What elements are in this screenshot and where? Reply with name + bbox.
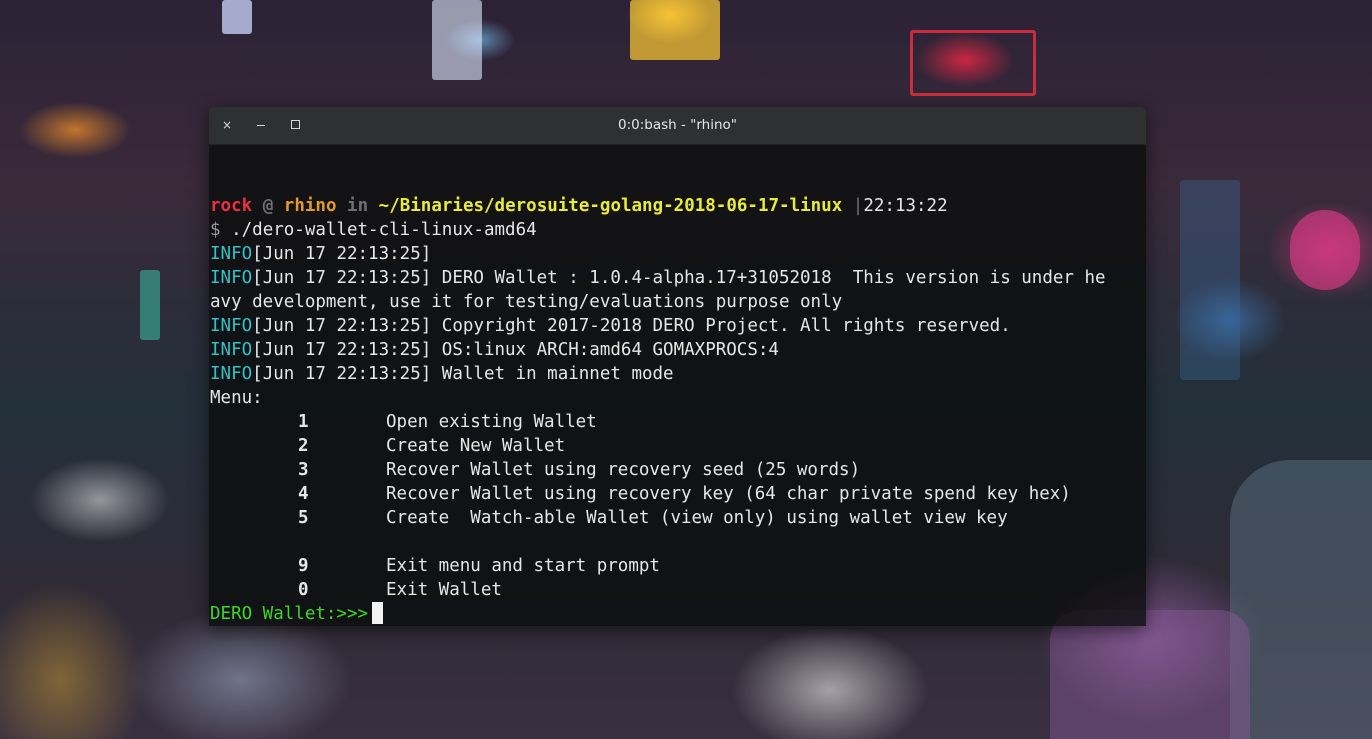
prompt-in: in [347, 196, 369, 216]
log-text: [Jun 17 22:13:25] OS:linux ARCH:amd64 GO… [252, 340, 779, 360]
log-text: [Jun 17 22:13:25] DERO Wallet : 1.0.4-al… [252, 268, 1106, 288]
shell-prompt-line: rock @ rhino in ~/Binaries/derosuite-gol… [210, 194, 948, 218]
wallet-prompt-line[interactable]: DERO Wallet:>>> [210, 602, 384, 626]
log-line: avy development, use it for testing/eval… [210, 290, 842, 314]
prompt-time: 22:13:22 [863, 196, 948, 216]
terminal-screen[interactable]: rock @ rhino in ~/Binaries/derosuite-gol… [209, 145, 1146, 626]
text-cursor[interactable] [372, 602, 384, 624]
wallpaper-rider [1050, 610, 1250, 739]
menu-item-number: 1 [298, 412, 309, 432]
log-text: [Jun 17 22:13:25] Copyright 2017-2018 DE… [252, 316, 1011, 336]
wallpaper-sign [630, 0, 720, 60]
menu-item-open-wallet[interactable]: 1 Open existing Wallet [210, 410, 597, 434]
command-text: ./dero-wallet-cli-linux-amd64 [231, 220, 537, 240]
log-level: INFO [210, 244, 253, 264]
title-bar[interactable]: × 0:0:bash - "rhino" [209, 107, 1146, 145]
menu-item-watch-wallet[interactable]: 5 Create Watch-able Wallet (view only) us… [210, 506, 1008, 530]
log-text: [Jun 17 22:13:25] [252, 244, 432, 264]
prompt-user: rock [210, 196, 253, 216]
prompt-dollar: $ [210, 220, 221, 240]
menu-item-number: 0 [298, 580, 309, 600]
log-level: INFO [210, 268, 253, 288]
log-line: INFO[Jun 17 22:13:25] Copyright 2017-201… [210, 314, 1011, 338]
log-line: INFO[Jun 17 22:13:25] [210, 242, 431, 266]
terminal-window[interactable]: × 0:0:bash - "rhino" rock @ rhino in ~/B… [209, 107, 1146, 626]
menu-item-label: Exit menu and start prompt [386, 556, 660, 576]
menu-item-recover-key[interactable]: 4 Recover Wallet using recovery key (64 c… [210, 482, 1071, 506]
wallpaper-sign [1180, 180, 1240, 380]
prompt-path: ~/Binaries/derosuite-golang-2018-06-17-l… [378, 196, 843, 216]
log-line: INFO[Jun 17 22:13:25] DERO Wallet : 1.0.… [210, 266, 1106, 290]
log-line: INFO[Jun 17 22:13:25] OS:linux ARCH:amd6… [210, 338, 779, 362]
menu-item-label: Recover Wallet using recovery key (64 ch… [386, 484, 1071, 504]
menu-item-label: Recover Wallet using recovery seed (25 w… [386, 460, 861, 480]
command-line: $ ./dero-wallet-cli-linux-amd64 [210, 218, 537, 242]
log-line: INFO[Jun 17 22:13:25] Wallet in mainnet … [210, 362, 674, 386]
prompt-separator: | [852, 196, 864, 216]
prompt-host: rhino [283, 196, 337, 216]
menu-heading: Menu: [210, 388, 263, 408]
log-level: INFO [210, 316, 253, 336]
wallpaper-sign [910, 30, 1036, 96]
menu-item-label: Open existing Wallet [386, 412, 597, 432]
menu-item-number: 3 [298, 460, 309, 480]
menu-item-label: Exit Wallet [386, 580, 502, 600]
menu-item-label: Create New Wallet [386, 436, 566, 456]
wallpaper-car [1230, 460, 1372, 739]
prompt-at: @ [262, 196, 274, 216]
menu-item-label: Create Watch-able Wallet (view only) usi… [386, 508, 1008, 528]
log-level: INFO [210, 364, 253, 384]
menu-item-exit-wallet[interactable]: 0 Exit Wallet [210, 578, 502, 602]
menu-item-create-wallet[interactable]: 2 Create New Wallet [210, 434, 565, 458]
wallpaper-sign [222, 0, 252, 34]
menu-item-number: 5 [298, 508, 309, 528]
menu-item-number: 4 [298, 484, 309, 504]
wallpaper-sign [140, 270, 160, 340]
log-text: [Jun 17 22:13:25] Wallet in mainnet mode [252, 364, 674, 384]
wallet-prompt: DERO Wallet:>>> [210, 604, 369, 624]
menu-item-exit-menu[interactable]: 9 Exit menu and start prompt [210, 554, 660, 578]
menu-item-recover-seed[interactable]: 3 Recover Wallet using recovery seed (25 … [210, 458, 860, 482]
menu-item-number: 9 [298, 556, 309, 576]
log-level: INFO [210, 340, 253, 360]
menu-item-number: 2 [298, 436, 309, 456]
wallpaper-sign [432, 0, 482, 80]
window-title: 0:0:bash - "rhino" [617, 117, 737, 133]
wallpaper-sign [1290, 210, 1360, 290]
log-text: avy development, use it for testing/eval… [210, 292, 843, 312]
